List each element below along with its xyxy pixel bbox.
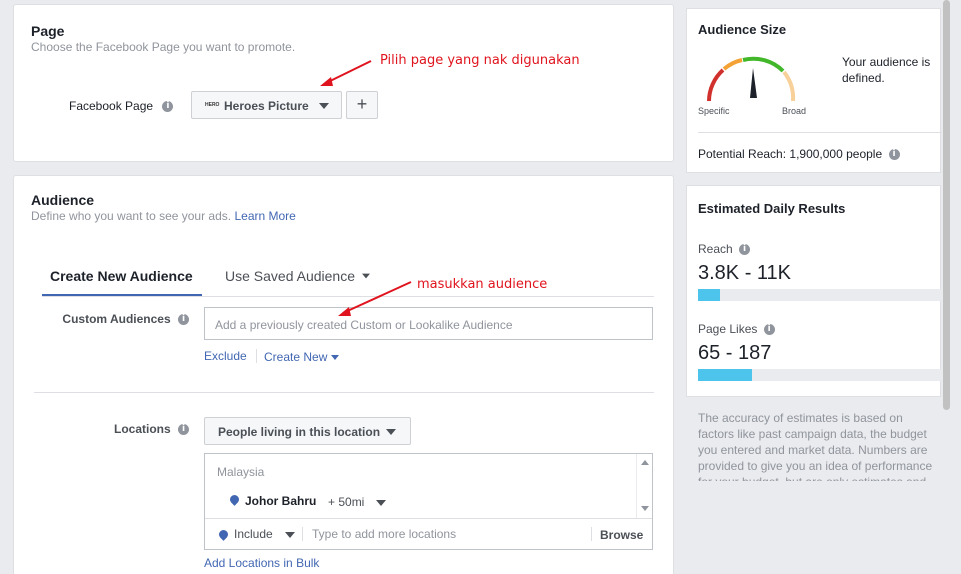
city-label: Johor Bahru — [245, 494, 317, 508]
create-new-link[interactable]: Create New — [264, 350, 339, 364]
audience-size-card: Audience Size Specific Broad Your audien… — [686, 8, 942, 173]
tab-label: Create New Audience — [50, 268, 193, 284]
reach-bar — [698, 289, 942, 301]
info-icon[interactable]: i — [888, 149, 900, 161]
page-section-title: Page — [31, 23, 65, 39]
gauge-specific-label: Specific — [698, 106, 730, 116]
locations-input-row: Include Type to add more locations Brows… — [205, 518, 652, 549]
tab-create-new-audience[interactable]: Create New Audience — [42, 260, 202, 297]
scroll-up-icon[interactable] — [641, 460, 649, 465]
info-icon[interactable]: i — [162, 101, 174, 113]
add-page-button[interactable]: + — [346, 91, 378, 119]
disclaimer-panel: The accuracy of estimates is based on fa… — [686, 399, 941, 481]
audience-subtitle-text: Define who you want to see your ads. — [31, 209, 232, 223]
info-icon[interactable]: i — [178, 314, 189, 326]
tab-use-saved-audience[interactable]: Use Saved Audience — [218, 260, 378, 297]
locations-label-text: Locations — [113, 422, 171, 436]
locations-box: Malaysia Johor Bahru + 50mi Include Type… — [204, 453, 653, 550]
audience-card: Audience Define who you want to see your… — [13, 175, 674, 574]
audience-gauge-icon — [707, 56, 796, 102]
chevron-down-icon — [362, 273, 370, 279]
audience-annotation: masukkan audience — [417, 277, 548, 292]
potential-reach-text: Potential Reach: 1,900,000 people — [698, 147, 883, 161]
disclaimer-text: The accuracy of estimates is based on fa… — [698, 411, 933, 481]
likes-bar-fill — [698, 369, 752, 381]
facebook-page-label-text: Facebook Page — [69, 99, 154, 113]
include-label: Include — [234, 527, 273, 541]
likes-label: Page Likes i — [698, 322, 775, 336]
location-pin-icon — [228, 493, 241, 506]
audience-status-text: Your audience is defined. — [842, 55, 931, 85]
facebook-page-label: Facebook Page i — [69, 99, 174, 113]
gauge-broad-label: Broad — [782, 106, 807, 116]
chevron-down-icon — [386, 429, 396, 435]
info-icon[interactable]: i — [178, 424, 189, 436]
reach-label: Reach i — [698, 242, 751, 256]
plus-icon: + — [356, 94, 368, 114]
chevron-down-icon — [330, 355, 339, 361]
learn-more-link[interactable]: Learn More — [234, 209, 295, 223]
chevron-down-icon — [375, 499, 386, 506]
info-icon[interactable]: i — [763, 324, 775, 336]
likes-value: 65 - 187 — [698, 342, 772, 364]
radius-label: + 50mi — [328, 495, 365, 509]
reach-label-text: Reach — [698, 242, 733, 256]
locations-label: Locations i — [114, 422, 189, 436]
location-pin-icon — [217, 528, 230, 541]
likes-label-text: Page Likes — [698, 322, 758, 336]
include-dropdown[interactable]: Include — [234, 527, 296, 541]
custom-audiences-placeholder: Add a previously created Custom or Looka… — [215, 318, 513, 332]
reach-value: 3.8K - 11K — [698, 262, 792, 284]
likes-bar — [698, 369, 942, 381]
custom-audiences-label-text: Custom Audiences — [62, 312, 171, 326]
scroll-down-icon[interactable] — [641, 506, 649, 511]
daily-results-card: Estimated Daily Results Reach i 3.8K - 1… — [686, 185, 942, 397]
chevron-down-icon — [285, 531, 296, 538]
info-icon[interactable]: i — [739, 244, 751, 256]
audience-size-divider — [698, 132, 942, 133]
location-type-dropdown[interactable]: People living in this location — [204, 417, 411, 445]
separator — [302, 527, 303, 541]
section-divider — [34, 392, 654, 393]
tab-label: Use Saved Audience — [225, 268, 355, 284]
custom-audiences-input[interactable]: Add a previously created Custom or Looka… — [204, 307, 653, 340]
custom-audiences-label: Custom Audiences i — [62, 312, 189, 326]
exclude-link[interactable]: Exclude — [204, 349, 247, 363]
create-new-label: Create New — [264, 350, 328, 364]
locations-scrollbar[interactable] — [636, 454, 652, 518]
reach-bar-fill — [698, 289, 720, 301]
audience-section-title: Audience — [31, 192, 95, 208]
location-type-label: People living in this location — [218, 425, 381, 439]
audience-section-subtitle: Define who you want to see your ads. Lea… — [31, 209, 296, 223]
country-label: Malaysia — [217, 465, 265, 479]
separator — [591, 527, 592, 541]
potential-reach: Potential Reach: 1,900,000 people i — [698, 147, 900, 161]
page-logo-icon: HERO — [205, 102, 220, 108]
audience-size-title: Audience Size — [698, 22, 787, 37]
facebook-page-dropdown[interactable]: HERO Heroes Picture — [191, 91, 342, 119]
right-scrollbar[interactable] — [943, 0, 950, 410]
chevron-down-icon — [319, 103, 329, 109]
page-annotation: Pilih page yang nak digunakan — [380, 53, 580, 68]
facebook-page-dropdown-label: Heroes Picture — [224, 99, 309, 113]
add-locations-bulk-link[interactable]: Add Locations in Bulk — [204, 556, 319, 570]
browse-button[interactable]: Browse — [600, 528, 643, 542]
daily-results-title: Estimated Daily Results — [698, 201, 846, 216]
tabs-divider — [42, 296, 654, 297]
radius-dropdown[interactable]: + 50mi — [328, 495, 386, 509]
link-separator — [256, 349, 257, 363]
page-card: Page Choose the Facebook Page you want t… — [13, 4, 674, 162]
locations-search-input[interactable]: Type to add more locations — [312, 527, 456, 541]
page-section-subtitle: Choose the Facebook Page you want to pro… — [31, 40, 296, 54]
